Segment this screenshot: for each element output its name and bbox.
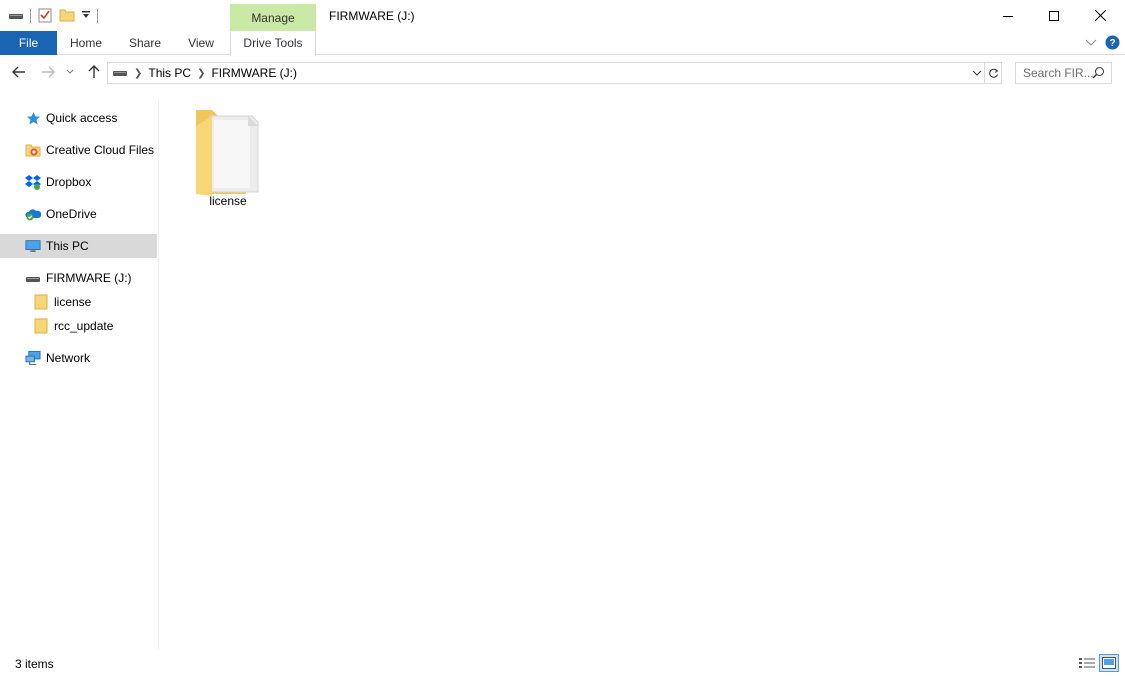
sidebar-item-label: Dropbox xyxy=(46,175,92,189)
chevron-down-icon xyxy=(972,70,982,76)
drive-icon xyxy=(25,270,41,286)
tab-share[interactable]: Share xyxy=(121,31,169,55)
sidebar-item-label: FIRMWARE (J:) xyxy=(46,271,132,285)
creative-cloud-icon xyxy=(25,142,41,158)
new-folder-icon[interactable] xyxy=(59,7,75,26)
sidebar-item-onedrive[interactable]: OneDrive xyxy=(0,202,157,226)
sidebar-item-license[interactable]: license xyxy=(0,290,157,314)
details-view-button[interactable] xyxy=(1077,654,1097,672)
back-arrow-icon xyxy=(12,66,25,78)
dropbox-icon xyxy=(25,174,41,190)
list-item[interactable]: license xyxy=(190,101,266,211)
sidebar-item-label: Network xyxy=(46,351,91,365)
up-arrow-icon xyxy=(88,65,100,78)
title-bar: Manage FIRMWARE (J:) xyxy=(0,0,1125,31)
sidebar-item-label: Creative Cloud Files xyxy=(46,143,155,157)
address-dropdown-button[interactable] xyxy=(968,62,986,84)
address-bar[interactable]: ❯ This PC ❯ FIRMWARE (J:) xyxy=(107,62,985,84)
toolbar-separator xyxy=(97,9,98,23)
navigation-pane: Quick access Creative Cloud Files Dropbo… xyxy=(0,100,159,650)
properties-icon[interactable] xyxy=(37,7,53,26)
drive-icon xyxy=(112,66,128,81)
up-button[interactable] xyxy=(84,63,104,81)
file-list: license xyxy=(160,89,1125,649)
folder-icon xyxy=(196,110,259,196)
chevron-down-icon xyxy=(66,69,74,74)
breadcrumb-this-pc[interactable]: This PC xyxy=(148,66,191,80)
back-button[interactable] xyxy=(9,63,29,81)
svg-text:?: ? xyxy=(1109,38,1115,49)
sidebar-item-label: OneDrive xyxy=(46,207,97,221)
refresh-button[interactable] xyxy=(985,62,1002,84)
list-item-label: license xyxy=(209,194,247,208)
drive-icon[interactable] xyxy=(8,9,24,24)
network-icon xyxy=(25,350,41,366)
tab-drive-tools[interactable]: Drive Tools xyxy=(230,31,316,56)
star-icon xyxy=(25,110,41,126)
close-icon xyxy=(1094,10,1106,21)
details-view-icon xyxy=(1079,658,1095,668)
minimize-icon xyxy=(1003,15,1013,17)
sidebar-item-firmware-drive[interactable]: FIRMWARE (J:) xyxy=(0,266,157,290)
customize-qat-icon[interactable] xyxy=(81,9,91,23)
sidebar-item-label: rcc_update xyxy=(54,319,114,333)
sidebar-item-label: license xyxy=(54,295,92,309)
toolbar-separator xyxy=(30,9,31,23)
onedrive-icon xyxy=(25,206,41,222)
quick-access-toolbar xyxy=(8,6,98,26)
sidebar-item-network[interactable]: Network xyxy=(0,346,157,370)
large-icons-view-icon xyxy=(1102,657,1116,669)
sidebar-item-dropbox[interactable]: Dropbox xyxy=(0,170,157,194)
sidebar-item-label: Quick access xyxy=(46,111,118,125)
refresh-icon xyxy=(988,68,998,78)
tab-view[interactable]: View xyxy=(180,31,222,55)
address-row: ❯ This PC ❯ FIRMWARE (J:) Search FIR... xyxy=(0,55,1125,89)
window-title: FIRMWARE (J:) xyxy=(329,9,415,23)
sidebar-item-label: This PC xyxy=(46,239,89,253)
expand-ribbon-icon[interactable] xyxy=(1085,36,1097,50)
folder-icon xyxy=(33,318,49,334)
sidebar-item-creative-cloud[interactable]: Creative Cloud Files xyxy=(0,138,157,162)
item-count: 3 items xyxy=(15,657,54,671)
forward-button[interactable] xyxy=(38,63,58,81)
tab-file[interactable]: File xyxy=(0,31,57,55)
maximize-button[interactable] xyxy=(1031,0,1077,31)
recent-locations-button[interactable] xyxy=(63,63,77,81)
tab-home[interactable]: Home xyxy=(62,31,110,55)
sidebar-item-this-pc[interactable]: This PC xyxy=(0,234,157,258)
sidebar-item-quick-access[interactable]: Quick access xyxy=(0,106,157,130)
minimize-button[interactable] xyxy=(985,0,1031,31)
tab-manage[interactable]: Manage xyxy=(230,4,316,31)
breadcrumb-firmware[interactable]: FIRMWARE (J:) xyxy=(211,66,297,80)
close-button[interactable] xyxy=(1077,0,1123,31)
search-icon[interactable] xyxy=(1092,66,1105,82)
breadcrumb-chevron-icon[interactable]: ❯ xyxy=(197,68,205,79)
large-icons-view-button[interactable] xyxy=(1099,654,1119,672)
forward-arrow-icon xyxy=(42,66,55,78)
computer-icon xyxy=(25,238,41,254)
ribbon-tabs: File Home Share View Drive Tools ? xyxy=(0,31,1125,56)
maximize-icon xyxy=(1049,10,1059,21)
folder-icon xyxy=(33,294,49,310)
status-bar: 3 items xyxy=(0,650,1125,676)
help-icon[interactable]: ? xyxy=(1105,35,1120,53)
breadcrumb-chevron-icon[interactable]: ❯ xyxy=(134,68,142,79)
sidebar-item-rcc-update[interactable]: rcc_update xyxy=(0,314,157,338)
